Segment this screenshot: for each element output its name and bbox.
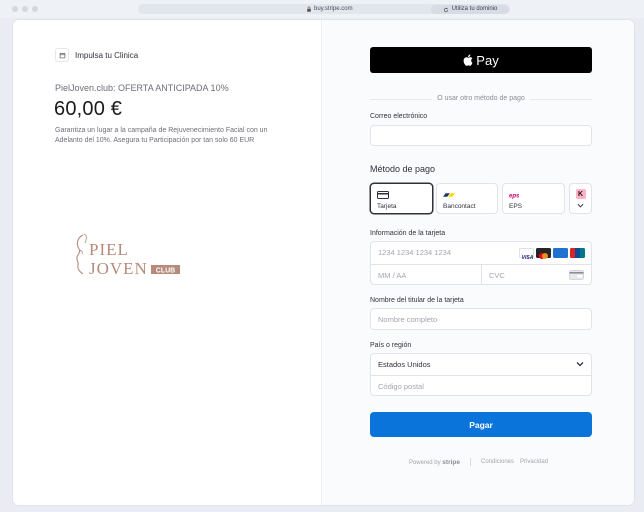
more-methods-button[interactable]: K bbox=[569, 183, 592, 214]
window-zoom-dot[interactable] bbox=[32, 6, 38, 12]
eps-icon: eps bbox=[509, 194, 520, 199]
piel-joven-logo: PIEL JOVEN CLUB bbox=[76, 233, 180, 278]
payment-method-heading: Método de pago bbox=[370, 164, 436, 174]
window-close-dot[interactable] bbox=[12, 6, 18, 12]
logo-badge: CLUB bbox=[156, 268, 175, 275]
postal-code-input[interactable]: Código postal bbox=[378, 376, 424, 397]
email-field[interactable] bbox=[370, 125, 592, 146]
svg-text:VISA: VISA bbox=[522, 255, 534, 261]
merchant-name: Impulsa tu Clinica bbox=[75, 50, 139, 60]
merchant-header[interactable]: Impulsa tu Clinica bbox=[55, 48, 138, 62]
alt-method-text: O usar otro método de pago bbox=[432, 94, 530, 104]
window-minimize-dot[interactable] bbox=[22, 6, 28, 12]
bancontact-icon bbox=[443, 193, 455, 197]
use-domain-button[interactable]: Utiliza tu dominio bbox=[431, 5, 509, 14]
tab-eps-label: EPS bbox=[509, 203, 523, 210]
payment-method-tabs: Tarjeta Bancontact eps EPS K bbox=[370, 183, 592, 214]
privacy-link[interactable]: Privacidad bbox=[520, 459, 548, 465]
alt-method-divider: O usar otro método de pago bbox=[370, 94, 592, 104]
apple-icon bbox=[463, 54, 473, 66]
lock-icon bbox=[307, 6, 311, 12]
logo-line1: PIEL bbox=[89, 240, 129, 259]
powered-by-text: Powered by stripe bbox=[408, 458, 460, 466]
stripe-logo[interactable]: stripe bbox=[442, 459, 460, 466]
url-text: buy.stripe.com bbox=[314, 6, 353, 12]
svg-text:eps: eps bbox=[509, 194, 520, 199]
tab-bancontact-label: Bancontact bbox=[443, 203, 476, 210]
mastercard-icon bbox=[536, 248, 551, 259]
cardholder-label: Nombre del titular de la tarjeta bbox=[370, 297, 464, 304]
product-description: Garantiza un lugar a la campaña de Rejuv… bbox=[55, 127, 268, 144]
chevron-down-icon bbox=[577, 203, 584, 208]
email-label: Correo electrónico bbox=[370, 113, 428, 120]
checkout-window: Impulsa tu Clinica PielJoven.club: OFERT… bbox=[13, 20, 634, 505]
pay-button[interactable]: Pagar bbox=[370, 412, 592, 437]
country-value: Estados Unidos bbox=[378, 360, 431, 369]
product-price: 60,00 € bbox=[54, 98, 123, 120]
cardholder-name-input[interactable]: Nombre completo bbox=[370, 308, 592, 330]
klarna-icon: K bbox=[575, 189, 586, 199]
tab-card-label: Tarjeta bbox=[377, 203, 397, 210]
tab-eps[interactable]: eps EPS bbox=[502, 183, 565, 214]
footer: Powered by stripe Condiciones Privacidad bbox=[323, 458, 634, 466]
card-expiry-input[interactable]: MM / AA bbox=[378, 265, 406, 286]
card-brand-icons: VISA bbox=[519, 248, 585, 261]
unionpay-icon bbox=[570, 248, 585, 258]
card-number-input[interactable]: 1234 1234 1234 1234 bbox=[378, 242, 451, 264]
card-info-group: 1234 1234 1234 1234 VISA MM / AA CVC bbox=[370, 241, 592, 285]
address-url[interactable]: buy.stripe.com bbox=[306, 4, 353, 14]
apple-pay-button[interactable]: Pay bbox=[370, 47, 592, 73]
country-label: País o región bbox=[370, 342, 412, 349]
visa-icon: VISA bbox=[519, 248, 534, 261]
country-select[interactable]: Estados Unidos bbox=[378, 354, 591, 375]
logo-line2: JOVEN bbox=[89, 259, 148, 278]
browser-toolbar: buy.stripe.com Utiliza tu dominio bbox=[0, 0, 644, 18]
address-group: Estados Unidos Código postal bbox=[370, 353, 592, 396]
tab-card[interactable]: Tarjeta bbox=[370, 183, 433, 214]
card-cvc-input[interactable]: CVC bbox=[489, 265, 505, 286]
use-domain-label: Utiliza tu dominio bbox=[451, 6, 498, 12]
tab-bancontact[interactable]: Bancontact bbox=[436, 183, 498, 214]
terms-link[interactable]: Condiciones bbox=[481, 459, 514, 465]
amex-icon bbox=[553, 248, 568, 258]
store-icon bbox=[55, 48, 69, 62]
chevron-down-icon bbox=[576, 362, 584, 367]
card-icon bbox=[377, 191, 389, 199]
refresh-icon bbox=[443, 7, 448, 12]
payment-panel: Pay O usar otro método de pago Correo el… bbox=[323, 20, 634, 505]
order-summary-panel: Impulsa tu Clinica PielJoven.club: OFERT… bbox=[13, 20, 322, 505]
cvc-card-icon bbox=[569, 270, 584, 280]
card-info-label: Información de la tarjeta bbox=[370, 230, 446, 237]
apple-pay-label: Pay bbox=[476, 52, 499, 68]
product-name: PielJoven.club: OFERTA ANTICIPADA 10% bbox=[55, 83, 229, 93]
